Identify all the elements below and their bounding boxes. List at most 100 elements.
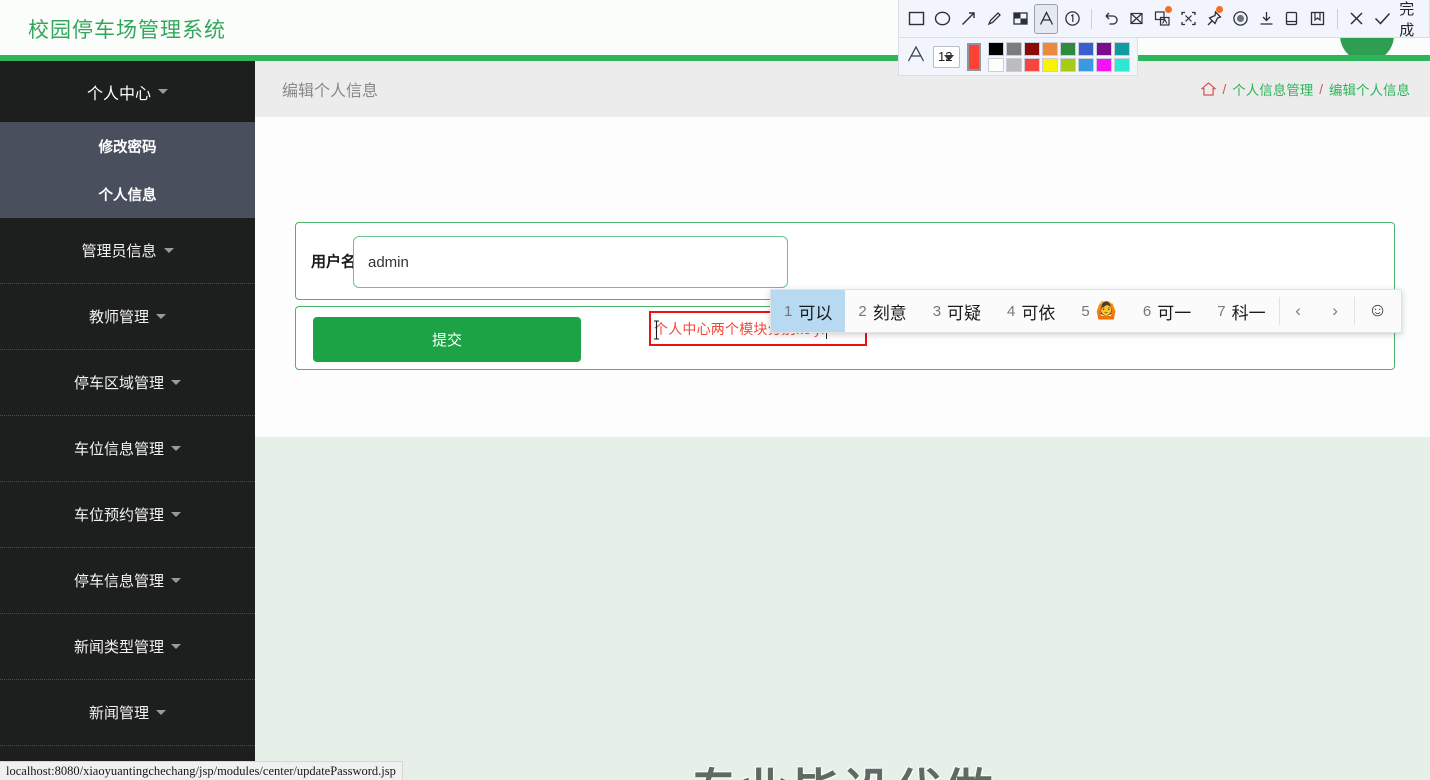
screenshot-style-toolbar: 12: [898, 38, 1138, 76]
ime-candidate-index: 4: [1007, 302, 1016, 320]
chevron-down-icon: [171, 512, 181, 517]
color-swatch[interactable]: [1006, 41, 1022, 56]
chevron-down-icon: [171, 644, 181, 649]
extract-text-icon[interactable]: [1177, 4, 1201, 34]
crop-icon[interactable]: [1125, 4, 1149, 34]
sidebar-item-space-info-mgmt[interactable]: 车位信息管理: [0, 416, 255, 482]
confirm-icon[interactable]: [1370, 4, 1394, 34]
sidebar-item-label: 车位预约管理: [73, 507, 164, 524]
divider: [1336, 8, 1338, 29]
sidebar-item-label: 新闻管理: [88, 705, 149, 722]
username-input[interactable]: [353, 236, 788, 288]
save-device-icon[interactable]: [1280, 4, 1304, 34]
breadcrumb: / 个人信息管理 / 编辑个人信息: [1201, 61, 1410, 117]
chevron-down-icon: [171, 578, 181, 583]
chevron-down-icon: [158, 89, 168, 94]
sidebar-item-parking-area-mgmt[interactable]: 停车区域管理: [0, 350, 255, 416]
page-header: 编辑个人信息 / 个人信息管理 / 编辑个人信息: [255, 61, 1430, 117]
color-swatch[interactable]: [1114, 41, 1130, 56]
text-cursor-icon: [653, 320, 660, 340]
color-swatch[interactable]: [1006, 57, 1022, 72]
ime-candidate-index: 3: [932, 302, 942, 320]
record-icon[interactable]: [1228, 4, 1252, 34]
ime-candidate-index: 1: [784, 302, 793, 320]
ime-candidate[interactable]: 7 科一: [1204, 290, 1278, 332]
chevron-down-icon: [156, 710, 166, 715]
current-color-swatch[interactable]: [967, 42, 981, 71]
download-icon[interactable]: [1254, 4, 1278, 34]
ime-candidate-index: 5: [1081, 302, 1090, 320]
undo-icon[interactable]: [1099, 4, 1123, 34]
sidebar-subitem-label: 修改密码: [98, 139, 157, 156]
color-swatch[interactable]: [1114, 57, 1130, 72]
ime-next-page-icon[interactable]: ›: [1317, 290, 1354, 332]
screenshot-toolbar: 完成: [898, 0, 1430, 40]
arrow-icon[interactable]: [957, 4, 981, 34]
sidebar-subitem-personal-info[interactable]: 个人信息: [0, 170, 255, 218]
rectangle-icon[interactable]: [905, 4, 929, 34]
color-swatch[interactable]: [1078, 57, 1094, 72]
color-swatch[interactable]: [988, 41, 1004, 56]
submit-button[interactable]: 提交: [313, 317, 581, 362]
chevron-down-icon: [171, 380, 181, 385]
sidebar-item-label: 车位信息管理: [73, 441, 164, 458]
step-number-icon[interactable]: [1060, 4, 1084, 34]
page-title: 编辑个人信息: [282, 83, 379, 100]
ime-candidate[interactable]: 1 可以: [771, 290, 846, 332]
mosaic-icon[interactable]: [1008, 4, 1032, 34]
ime-candidate[interactable]: 4 可依: [994, 290, 1068, 332]
breadcrumb-separator: /: [1222, 81, 1227, 97]
ime-candidate-text: 科一: [1231, 303, 1266, 323]
divider: [1091, 8, 1093, 29]
chevron-down-icon: [171, 446, 181, 451]
sidebar-item-admin-info[interactable]: 管理员信息: [0, 218, 255, 284]
sidebar-submenu: 修改密码 个人信息: [0, 122, 255, 218]
color-swatch[interactable]: [1060, 57, 1076, 72]
sidebar-item-news-mgmt[interactable]: 新闻管理: [0, 680, 255, 746]
username-label: 用户名: [311, 253, 357, 271]
color-swatch[interactable]: [1042, 57, 1058, 72]
ime-candidate[interactable]: 5 🙆: [1068, 290, 1130, 332]
ime-candidate-emoji: 🙆: [1095, 301, 1117, 320]
font-size-select[interactable]: 12: [933, 45, 961, 68]
ime-emoji-panel-icon[interactable]: ☺: [1355, 290, 1401, 332]
close-icon[interactable]: [1345, 4, 1369, 34]
brand-title: 校园停车场管理系统: [28, 19, 226, 42]
color-swatch[interactable]: [1096, 41, 1112, 56]
home-icon[interactable]: [1201, 82, 1217, 96]
sidebar: 个人中心 修改密码 个人信息 管理员信息 教师管理 停车区域管理 车位信息管理: [0, 61, 255, 763]
color-swatch[interactable]: [1024, 41, 1040, 56]
text-icon[interactable]: [1034, 3, 1059, 34]
pin-icon[interactable]: [1202, 4, 1226, 34]
color-swatch[interactable]: [988, 57, 1004, 72]
sidebar-item-news-type-mgmt[interactable]: 新闻类型管理: [0, 614, 255, 680]
sidebar-item-parking-info-mgmt[interactable]: 停车信息管理: [0, 548, 255, 614]
sidebar-item-teacher-mgmt[interactable]: 教师管理: [0, 284, 255, 350]
pencil-icon[interactable]: [983, 4, 1007, 34]
sidebar-item-label: 教师管理: [88, 309, 149, 326]
ime-candidate[interactable]: 3 可疑: [920, 290, 994, 332]
color-swatch[interactable]: [1096, 57, 1112, 72]
sidebar-item-personal-center[interactable]: 个人中心: [0, 61, 255, 122]
color-swatch[interactable]: [1060, 41, 1076, 56]
ocr-translate-icon[interactable]: [1151, 4, 1175, 34]
breadcrumb-item-personal-info-mgmt[interactable]: 个人信息管理: [1232, 79, 1313, 99]
color-swatch[interactable]: [1078, 41, 1094, 56]
ime-candidate-index: 6: [1142, 302, 1152, 320]
color-palette: [988, 41, 1130, 72]
color-swatch[interactable]: [1042, 41, 1058, 56]
ime-candidate[interactable]: 2 刻意: [845, 290, 919, 332]
ime-candidate-text: 刻意: [872, 303, 907, 323]
bookmark-icon[interactable]: [1306, 4, 1330, 34]
sidebar-subitem-change-password[interactable]: 修改密码: [0, 122, 255, 170]
watermark-text: 专业毕设代做: [255, 752, 1430, 780]
color-swatch[interactable]: [1024, 57, 1040, 72]
ime-prev-page-icon[interactable]: ‹: [1280, 290, 1317, 332]
ellipse-icon[interactable]: [931, 4, 955, 34]
breadcrumb-item-edit-personal-info: 编辑个人信息: [1329, 83, 1410, 98]
done-label[interactable]: 完成: [1399, 0, 1423, 40]
ime-candidate-text: 可疑: [947, 303, 982, 323]
sidebar-item-space-booking-mgmt[interactable]: 车位预约管理: [0, 482, 255, 548]
breadcrumb-separator: /: [1319, 81, 1323, 97]
ime-candidate[interactable]: 6 可一: [1130, 290, 1204, 332]
